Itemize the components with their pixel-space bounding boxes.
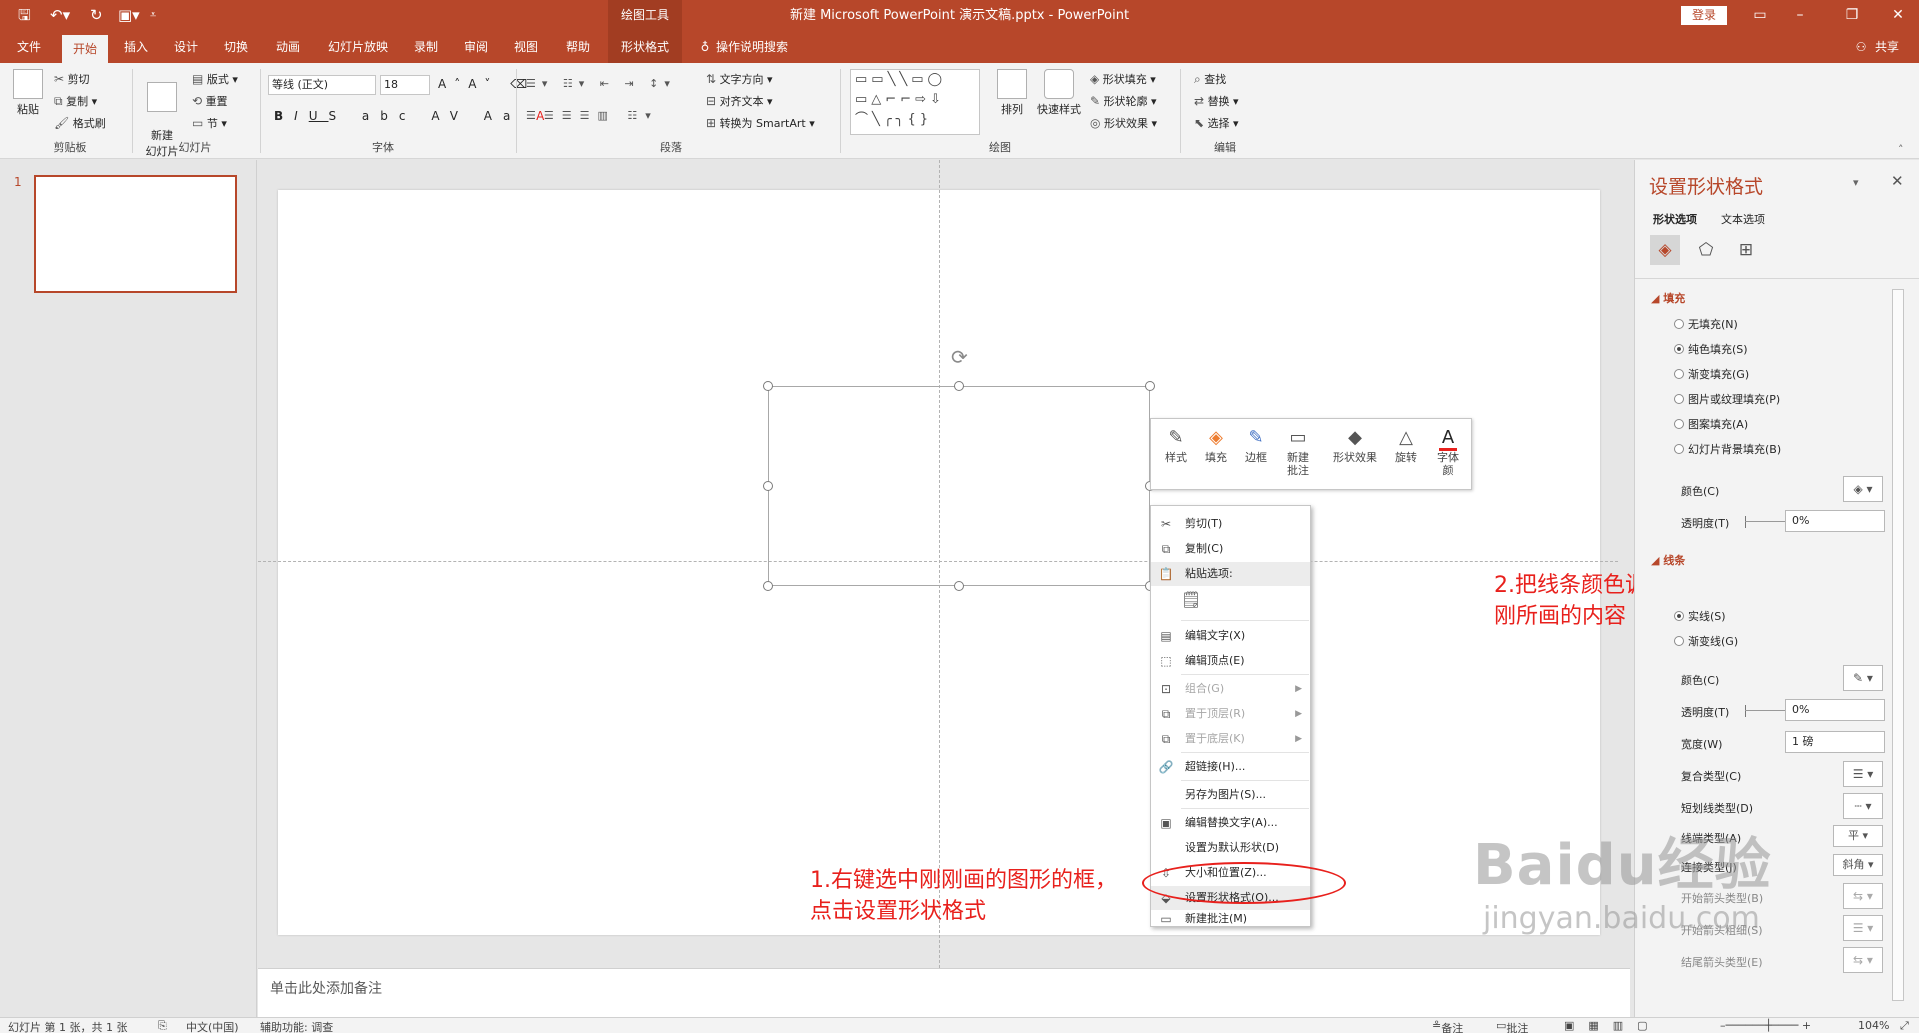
join-type-select[interactable]: 斜角 ▾ bbox=[1833, 854, 1883, 876]
zoom-level[interactable]: 104% bbox=[1858, 1019, 1889, 1032]
section-line[interactable]: ◢ 线条 bbox=[1651, 552, 1685, 568]
size-properties-icon[interactable]: ⊞ bbox=[1731, 235, 1761, 265]
fill-option-pattern[interactable]: 图案填充(A) bbox=[1674, 416, 1748, 432]
fill-color-picker[interactable]: ◈ ▾ bbox=[1843, 476, 1883, 502]
cap-type-select[interactable]: 平 ▾ bbox=[1833, 825, 1883, 847]
pane-divider bbox=[1635, 278, 1919, 279]
line-width-input[interactable]: 1 磅 bbox=[1785, 731, 1885, 753]
spellcheck-icon[interactable]: ⎘ bbox=[158, 1019, 167, 1033]
tab-shape-options[interactable]: 形状选项 bbox=[1653, 211, 1697, 227]
fill-option-background[interactable]: 幻灯片背景填充(B) bbox=[1674, 441, 1781, 457]
radio-icon bbox=[1674, 419, 1684, 429]
pane-options-icon[interactable]: ▾ bbox=[1853, 176, 1859, 189]
pane-scrollbar[interactable] bbox=[1892, 289, 1904, 1001]
line-option-gradient[interactable]: 渐变线(G) bbox=[1674, 633, 1738, 649]
pane-title: 设置形状格式 bbox=[1649, 176, 1764, 198]
line-width-label: 宽度(W) bbox=[1681, 738, 1723, 751]
line-transparency-input[interactable]: 0% bbox=[1785, 699, 1885, 721]
compound-type-select[interactable]: ☰ ▾ bbox=[1843, 761, 1883, 787]
radio-selected-icon bbox=[1674, 344, 1684, 354]
line-transparency-label: 透明度(T) bbox=[1681, 706, 1730, 719]
slider-track bbox=[1745, 521, 1785, 522]
radio-icon bbox=[1674, 444, 1684, 454]
radio-icon bbox=[1674, 636, 1684, 646]
line-color-label: 颜色(C) bbox=[1681, 674, 1720, 687]
slider-track bbox=[1745, 710, 1785, 711]
radio-icon bbox=[1674, 319, 1684, 329]
slide-count-status: 幻灯片 第 1 张，共 1 张 bbox=[8, 1021, 128, 1033]
status-bar: 幻灯片 第 1 张，共 1 张 ⎘ 中文(中国) 辅助功能: 调查 ≗ 备注 ▭… bbox=[0, 1017, 1919, 1033]
fill-option-none[interactable]: 无填充(N) bbox=[1674, 316, 1738, 332]
tab-text-options[interactable]: 文本选项 bbox=[1721, 211, 1765, 227]
fill-transparency-label: 透明度(T) bbox=[1681, 517, 1730, 530]
fill-transparency-slider[interactable] bbox=[1745, 516, 1746, 528]
language-status[interactable]: 中文(中国) bbox=[186, 1019, 239, 1033]
fill-line-icon[interactable]: ◈ bbox=[1650, 235, 1680, 265]
end-arrow-type-label: 结尾箭头类型(E) bbox=[1681, 956, 1763, 969]
fill-transparency-input[interactable]: 0% bbox=[1785, 510, 1885, 532]
view-buttons[interactable]: ▣▦▥▢ bbox=[1564, 1019, 1662, 1032]
begin-arrow-type-select[interactable]: ⇆ ▾ bbox=[1843, 883, 1883, 909]
baidu-jingyan-watermark: Baidu经验 jingyan.baidu.com bbox=[1473, 833, 1772, 936]
effects-pentagon-icon[interactable]: ⬠ bbox=[1691, 235, 1721, 265]
dash-type-label: 短划线类型(D) bbox=[1681, 802, 1754, 815]
line-color-picker[interactable]: ✎ ▾ bbox=[1843, 665, 1883, 691]
fill-option-picture[interactable]: 图片或纹理填充(P) bbox=[1674, 391, 1780, 407]
fill-option-solid[interactable]: 纯色填充(S) bbox=[1674, 341, 1748, 357]
end-arrow-type-select[interactable]: ⇆ ▾ bbox=[1843, 947, 1883, 973]
compound-type-label: 复合类型(C) bbox=[1681, 770, 1742, 783]
line-transparency-slider[interactable] bbox=[1745, 705, 1746, 717]
fill-option-gradient[interactable]: 渐变填充(G) bbox=[1674, 366, 1749, 382]
zoom-slider[interactable]: –──────┼──── + bbox=[1720, 1019, 1811, 1032]
comments-toggle[interactable]: ▭ 批注 bbox=[1496, 1019, 1528, 1033]
pane-close-icon[interactable]: ✕ bbox=[1891, 172, 1904, 190]
dash-type-select[interactable]: ┄ ▾ bbox=[1843, 793, 1883, 819]
radio-icon bbox=[1674, 394, 1684, 404]
accessibility-status[interactable]: 辅助功能: 调查 bbox=[260, 1019, 333, 1033]
fill-color-label: 颜色(C) bbox=[1681, 485, 1720, 498]
radio-selected-icon bbox=[1674, 611, 1684, 621]
begin-arrow-size-select[interactable]: ☰ ▾ bbox=[1843, 915, 1883, 941]
notes-toggle[interactable]: ≗ 备注 bbox=[1432, 1019, 1463, 1033]
line-option-solid[interactable]: 实线(S) bbox=[1674, 608, 1726, 624]
section-fill[interactable]: ◢ 填充 bbox=[1651, 290, 1685, 306]
radio-icon bbox=[1674, 369, 1684, 379]
fit-slide-icon[interactable]: ⤢ bbox=[1900, 1019, 1909, 1033]
